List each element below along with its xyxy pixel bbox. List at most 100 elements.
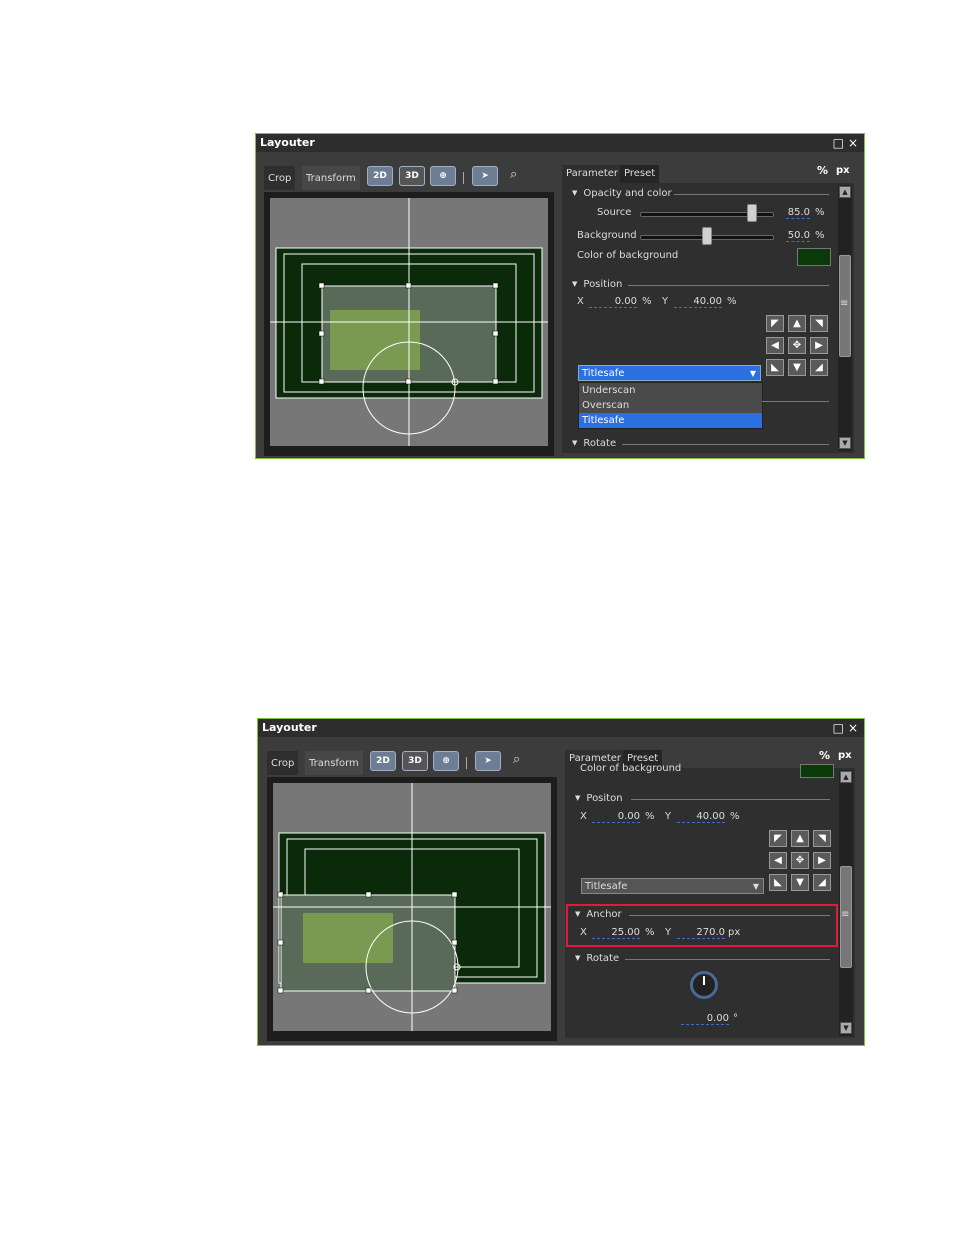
- section-rotate[interactable]: Rotate: [572, 438, 616, 449]
- scrollbar[interactable]: ▲ ≡ ▼: [838, 185, 852, 451]
- unit-percent-toggle[interactable]: %: [817, 164, 828, 177]
- align-center-icon[interactable]: ✥: [788, 337, 806, 354]
- pointer-icon[interactable]: ➤: [475, 751, 501, 771]
- position-y-value[interactable]: 40.00: [677, 811, 725, 823]
- align-top-right-icon[interactable]: ◥: [813, 830, 831, 847]
- preview-canvas[interactable]: [270, 198, 548, 446]
- align-center-icon[interactable]: ✥: [791, 852, 809, 869]
- close-icon[interactable]: ×: [848, 721, 858, 735]
- panel-title: Layouter: [258, 719, 864, 737]
- safe-area-dropdown-list: Underscan Overscan Titlesafe: [578, 382, 763, 429]
- align-top-icon[interactable]: ▲: [791, 830, 809, 847]
- section-anchor[interactable]: Anchor: [575, 909, 621, 920]
- anchor-x-unit: %: [645, 927, 655, 938]
- panel-title: Layouter: [256, 134, 864, 152]
- scroll-down-icon[interactable]: ▼: [840, 1022, 852, 1034]
- align-left-icon[interactable]: ◀: [766, 337, 784, 354]
- safe-area-select[interactable]: Titlesafe ▼: [578, 365, 761, 381]
- maximize-icon[interactable]: □: [833, 136, 844, 150]
- scrollbar[interactable]: ▲ ≡ ▼: [839, 770, 853, 1036]
- parameter-panel: Color of background Positon X 0.00 % Y 4…: [565, 763, 855, 1038]
- tab-crop[interactable]: Crop: [264, 166, 296, 190]
- section-position[interactable]: Positon: [575, 793, 622, 804]
- rotate-knob[interactable]: [690, 971, 718, 999]
- position-y-label: Y: [662, 296, 669, 307]
- maximize-icon[interactable]: □: [833, 721, 844, 735]
- align-right-icon[interactable]: ▶: [810, 337, 828, 354]
- scroll-down-icon[interactable]: ▼: [839, 437, 851, 449]
- align-right-icon[interactable]: ▶: [813, 852, 831, 869]
- background-color-swatch[interactable]: [800, 764, 834, 778]
- align-bottom-left-icon[interactable]: ◣: [766, 359, 784, 376]
- preview-area: [264, 192, 554, 456]
- close-icon[interactable]: ×: [848, 136, 858, 150]
- anchor-x-value[interactable]: 25.00: [592, 927, 640, 939]
- align-top-icon[interactable]: ▲: [788, 315, 806, 332]
- tab-transform[interactable]: Transform: [305, 751, 363, 775]
- position-x-value[interactable]: 0.00: [592, 811, 640, 823]
- layouter-panel-2: Layouter □ × Crop Transform 2D 3D ⊕ ➤ ⌕: [257, 718, 865, 1046]
- background-value[interactable]: 50.0: [786, 230, 810, 242]
- chevron-down-icon: ▼: [752, 882, 759, 891]
- unit-px-toggle[interactable]: px: [836, 165, 850, 176]
- option-titlesafe[interactable]: Titlesafe: [579, 413, 762, 428]
- option-overscan[interactable]: Overscan: [579, 398, 762, 413]
- position-x-label: X: [580, 811, 587, 822]
- align-top-left-icon[interactable]: ◤: [766, 315, 784, 332]
- safe-area-selected: Titlesafe: [585, 881, 628, 892]
- background-color-swatch[interactable]: [797, 248, 831, 266]
- 3d-mode-button[interactable]: 3D: [399, 166, 425, 186]
- position-y-value[interactable]: 40.00: [674, 296, 722, 308]
- preview-canvas[interactable]: [273, 783, 551, 1031]
- safe-area-select[interactable]: Titlesafe ▼: [581, 878, 764, 894]
- tab-transform[interactable]: Transform: [302, 166, 360, 190]
- rotate-unit: °: [733, 1013, 738, 1024]
- align-bottom-icon[interactable]: ▼: [788, 359, 806, 376]
- background-unit: %: [815, 230, 825, 241]
- tab-crop[interactable]: Crop: [267, 751, 299, 775]
- background-slider-thumb[interactable]: [702, 227, 712, 245]
- align-left-icon[interactable]: ◀: [769, 852, 787, 869]
- layout-overlay: [273, 783, 551, 1031]
- section-opacity-and-color[interactable]: Opacity and color: [572, 188, 671, 199]
- align-top-left-icon[interactable]: ◤: [769, 830, 787, 847]
- tab-parameter[interactable]: Parameter: [562, 165, 623, 183]
- align-bottom-right-icon[interactable]: ◢: [813, 874, 831, 891]
- pointer-icon[interactable]: ➤: [472, 166, 498, 186]
- zoom-icon[interactable]: ⌕: [513, 752, 520, 767]
- align-top-right-icon[interactable]: ◥: [810, 315, 828, 332]
- anchor-y-value[interactable]: 270.0: [677, 927, 725, 939]
- rotate-value[interactable]: 0.00: [681, 1013, 729, 1025]
- grid-icon[interactable]: ⊕: [430, 166, 456, 186]
- anchor-x-label: X: [580, 927, 587, 938]
- anchor-y-unit: px: [728, 927, 741, 938]
- section-position[interactable]: Position: [572, 279, 622, 290]
- 2d-mode-button[interactable]: 2D: [370, 751, 396, 771]
- source-slider-thumb[interactable]: [747, 204, 757, 222]
- align-bottom-left-icon[interactable]: ◣: [769, 874, 787, 891]
- unit-percent-toggle[interactable]: %: [819, 749, 830, 762]
- section-rotate[interactable]: Rotate: [575, 953, 619, 964]
- source-label: Source: [597, 207, 632, 218]
- align-bottom-right-icon[interactable]: ◢: [810, 359, 828, 376]
- position-x-value[interactable]: 0.00: [589, 296, 637, 308]
- toolbar-separator: [463, 172, 464, 184]
- toolbar-separator: [466, 757, 467, 769]
- align-bottom-icon[interactable]: ▼: [791, 874, 809, 891]
- 3d-mode-button[interactable]: 3D: [402, 751, 428, 771]
- grid-icon[interactable]: ⊕: [433, 751, 459, 771]
- color-of-background-label: Color of background: [577, 250, 679, 261]
- position-y-unit: %: [730, 811, 740, 822]
- unit-px-toggle[interactable]: px: [838, 750, 852, 761]
- position-x-label: X: [577, 296, 584, 307]
- zoom-icon[interactable]: ⌕: [510, 167, 517, 182]
- 2d-mode-button[interactable]: 2D: [367, 166, 393, 186]
- tab-preset[interactable]: Preset: [620, 165, 660, 183]
- option-underscan[interactable]: Underscan: [579, 383, 762, 398]
- background-label: Background: [577, 230, 637, 241]
- chevron-down-icon: ▼: [749, 369, 756, 378]
- grip-icon: ≡: [841, 909, 850, 920]
- scroll-up-icon[interactable]: ▲: [839, 186, 851, 198]
- source-value[interactable]: 85.0: [786, 207, 810, 219]
- scroll-up-icon[interactable]: ▲: [840, 771, 852, 783]
